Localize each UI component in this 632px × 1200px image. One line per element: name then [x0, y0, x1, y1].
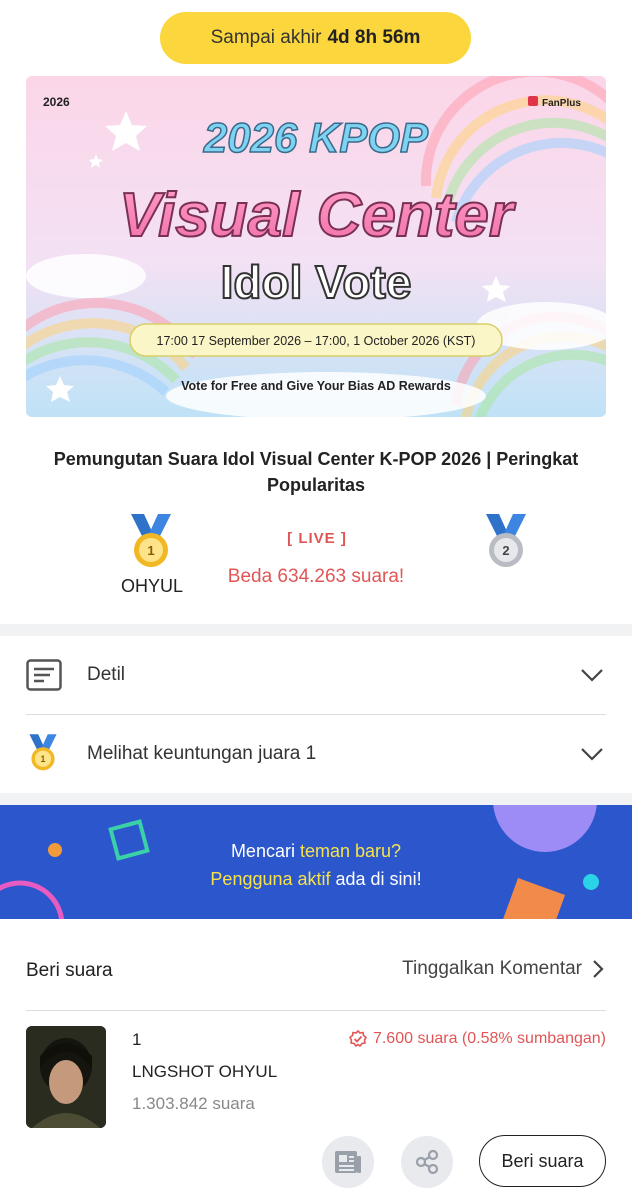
- ad-banner[interactable]: Mencari teman baru? Pengguna aktif ada d…: [0, 805, 632, 919]
- event-banner[interactable]: 2026 FanPlus 2026 KPOP Visual Center Ido…: [26, 76, 606, 417]
- divider: [26, 1010, 606, 1011]
- reward-accordion[interactable]: 1 Melihat keuntungan juara 1: [0, 715, 632, 793]
- vote-section-header: Beri suara Tinggalkan Komentar: [0, 944, 632, 1000]
- svg-text:FanPlus: FanPlus: [542, 98, 581, 109]
- contribution-badge: 7.600 suara (0.58% sumbangan): [348, 1030, 606, 1048]
- share-button[interactable]: [401, 1136, 453, 1188]
- section-separator: [0, 793, 632, 805]
- silver-medal-icon: 2: [486, 514, 526, 567]
- candidate-photo[interactable]: [26, 1026, 106, 1128]
- banner-headline-2: Visual Center: [119, 181, 516, 250]
- newspaper-icon: [335, 1151, 361, 1173]
- vote-section-title: Beri suara: [26, 960, 113, 981]
- article-button[interactable]: [322, 1136, 374, 1188]
- reward-label: Melihat keuntungan juara 1: [87, 743, 317, 764]
- first-place-name: OHYUL: [120, 576, 183, 596]
- svg-text:1: 1: [147, 543, 154, 558]
- svg-text:1: 1: [41, 754, 46, 764]
- gold-medal-icon: 1: [131, 514, 171, 567]
- banner-tagline: Vote for Free and Give Your Bias AD Rewa…: [181, 379, 451, 393]
- candidate-entry: 1 LNGSHOT OHYUL 1.303.842 suara 7.600 su…: [0, 1020, 632, 1200]
- vote-difference: Beda 634.263 suara!: [227, 566, 405, 587]
- banner-headline-1: 2026 KPOP: [203, 114, 429, 161]
- countdown-label: Sampai akhir: [210, 27, 322, 48]
- section-separator: [0, 624, 632, 636]
- candidate-name: LNGSHOT OHYUL: [132, 1062, 278, 1081]
- ranking-summary: 1 OHYUL [ LIVE ] Beda 634.263 suara! 2: [0, 510, 632, 620]
- banner-year: 2026: [43, 95, 70, 109]
- page-title: Pemungutan Suara Idol Visual Center K-PO…: [53, 449, 579, 495]
- banner-period: 17:00 17 September 2026 – 17:00, 1 Octob…: [157, 334, 476, 348]
- chevron-down-icon: [581, 748, 603, 761]
- detail-label: Detil: [87, 664, 126, 685]
- leave-comment-link[interactable]: Tinggalkan Komentar: [402, 958, 604, 980]
- countdown-pill: Sampai akhir 4d 8h 56m: [160, 12, 471, 64]
- ad-text: Mencari teman baru? Pengguna aktif ada d…: [210, 841, 422, 889]
- medal-icon: 1: [29, 734, 57, 771]
- chevron-down-icon: [581, 669, 603, 682]
- banner-headline-3: Idol Vote: [221, 256, 412, 308]
- candidate-votes: 1.303.842 suara: [132, 1094, 255, 1113]
- countdown-value: 4d 8h 56m: [327, 27, 421, 48]
- document-icon: [26, 659, 62, 691]
- svg-text:2: 2: [502, 543, 509, 558]
- share-icon: [415, 1149, 439, 1175]
- verified-check-icon: [348, 1030, 367, 1048]
- live-badge: [ LIVE ]: [287, 530, 347, 547]
- chevron-right-icon: [593, 960, 604, 978]
- detail-accordion[interactable]: Detil: [0, 636, 632, 714]
- candidate-rank: 1: [132, 1030, 142, 1049]
- vote-button[interactable]: Beri suara: [479, 1135, 606, 1187]
